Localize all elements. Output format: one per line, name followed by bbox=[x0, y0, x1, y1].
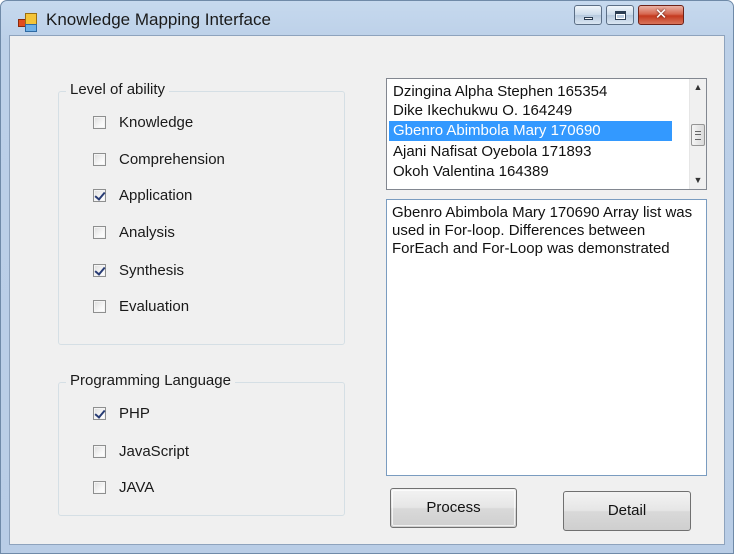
maximize-icon bbox=[615, 11, 626, 20]
checkbox-knowledge[interactable]: Knowledge bbox=[93, 111, 193, 133]
scroll-up-icon[interactable]: ▲ bbox=[690, 79, 706, 96]
close-icon: ✕ bbox=[654, 5, 668, 23]
checkbox-box[interactable] bbox=[93, 263, 106, 277]
app-icon[interactable] bbox=[18, 13, 38, 32]
checkbox-evaluation[interactable]: Evaluation bbox=[93, 295, 189, 317]
level-of-ability-group: Level of ability Knowledge Comprehension… bbox=[58, 81, 345, 345]
checkbox-label: Evaluation bbox=[119, 297, 190, 315]
checkbox-label: JavaScript bbox=[119, 442, 190, 460]
maximize-button[interactable] bbox=[606, 5, 634, 25]
checkbox-analysis[interactable]: Analysis bbox=[93, 221, 175, 243]
checkbox-application[interactable]: Application bbox=[93, 184, 192, 206]
checkbox-synthesis[interactable]: Synthesis bbox=[93, 259, 184, 281]
checkbox-label: JAVA bbox=[119, 478, 155, 496]
list-item[interactable]: Ajani Nafisat Oyebola 171893 bbox=[389, 142, 672, 162]
app-window: Knowledge Mapping Interface ✕ Level of a… bbox=[0, 0, 734, 554]
checkbox-label: Application bbox=[119, 186, 193, 204]
programming-language-group: Programming Language PHP JavaScript JAVA bbox=[58, 372, 345, 516]
programming-language-title: Programming Language bbox=[66, 372, 235, 389]
checkbox-box[interactable] bbox=[93, 480, 106, 494]
level-of-ability-title: Level of ability bbox=[66, 81, 170, 98]
detail-textbox[interactable]: Gbenro Abimbola Mary 170690 Array list w… bbox=[386, 199, 707, 476]
listbox-scrollbar[interactable]: ▲ ▼ bbox=[689, 79, 706, 189]
scroll-down-icon[interactable]: ▼ bbox=[690, 172, 706, 189]
window-title: Knowledge Mapping Interface bbox=[46, 10, 271, 29]
list-item[interactable]: Okoh Valentina 164389 bbox=[389, 162, 672, 182]
checkbox-label: Comprehension bbox=[119, 150, 225, 168]
checkbox-box[interactable] bbox=[93, 188, 106, 202]
checkbox-comprehension[interactable]: Comprehension bbox=[93, 148, 225, 170]
checkbox-label: Knowledge bbox=[119, 113, 194, 131]
checkbox-box[interactable] bbox=[93, 406, 106, 420]
close-button[interactable]: ✕ bbox=[638, 5, 684, 25]
student-listbox[interactable]: Dzingina Alpha Stephen 165354 Dike Ikech… bbox=[386, 78, 707, 190]
checkbox-box[interactable] bbox=[93, 115, 106, 129]
checkbox-java[interactable]: JAVA bbox=[93, 476, 154, 498]
checkbox-box[interactable] bbox=[93, 152, 106, 166]
list-item[interactable]: Dike Ikechukwu O. 164249 bbox=[389, 101, 672, 121]
form-client-area: Level of ability Knowledge Comprehension… bbox=[9, 35, 725, 545]
checkbox-label: Analysis bbox=[119, 223, 175, 241]
detail-button[interactable]: Detail bbox=[563, 491, 691, 531]
title-bar[interactable]: Knowledge Mapping Interface ✕ bbox=[1, 1, 733, 35]
checkbox-php[interactable]: PHP bbox=[93, 402, 150, 424]
scrollbar-thumb[interactable] bbox=[691, 124, 705, 146]
minimize-icon bbox=[584, 17, 593, 20]
list-item[interactable]: Gbenro Abimbola Mary 170690 bbox=[389, 121, 672, 141]
checkbox-label: PHP bbox=[119, 404, 150, 422]
list-item[interactable]: Dzingina Alpha Stephen 165354 bbox=[389, 82, 672, 102]
checkbox-box[interactable] bbox=[93, 444, 106, 458]
process-button[interactable]: Process bbox=[390, 488, 517, 528]
checkbox-javascript[interactable]: JavaScript bbox=[93, 440, 189, 462]
checkbox-box[interactable] bbox=[93, 299, 106, 313]
checkbox-box[interactable] bbox=[93, 225, 106, 239]
minimize-button[interactable] bbox=[574, 5, 602, 25]
checkbox-label: Synthesis bbox=[119, 261, 185, 279]
